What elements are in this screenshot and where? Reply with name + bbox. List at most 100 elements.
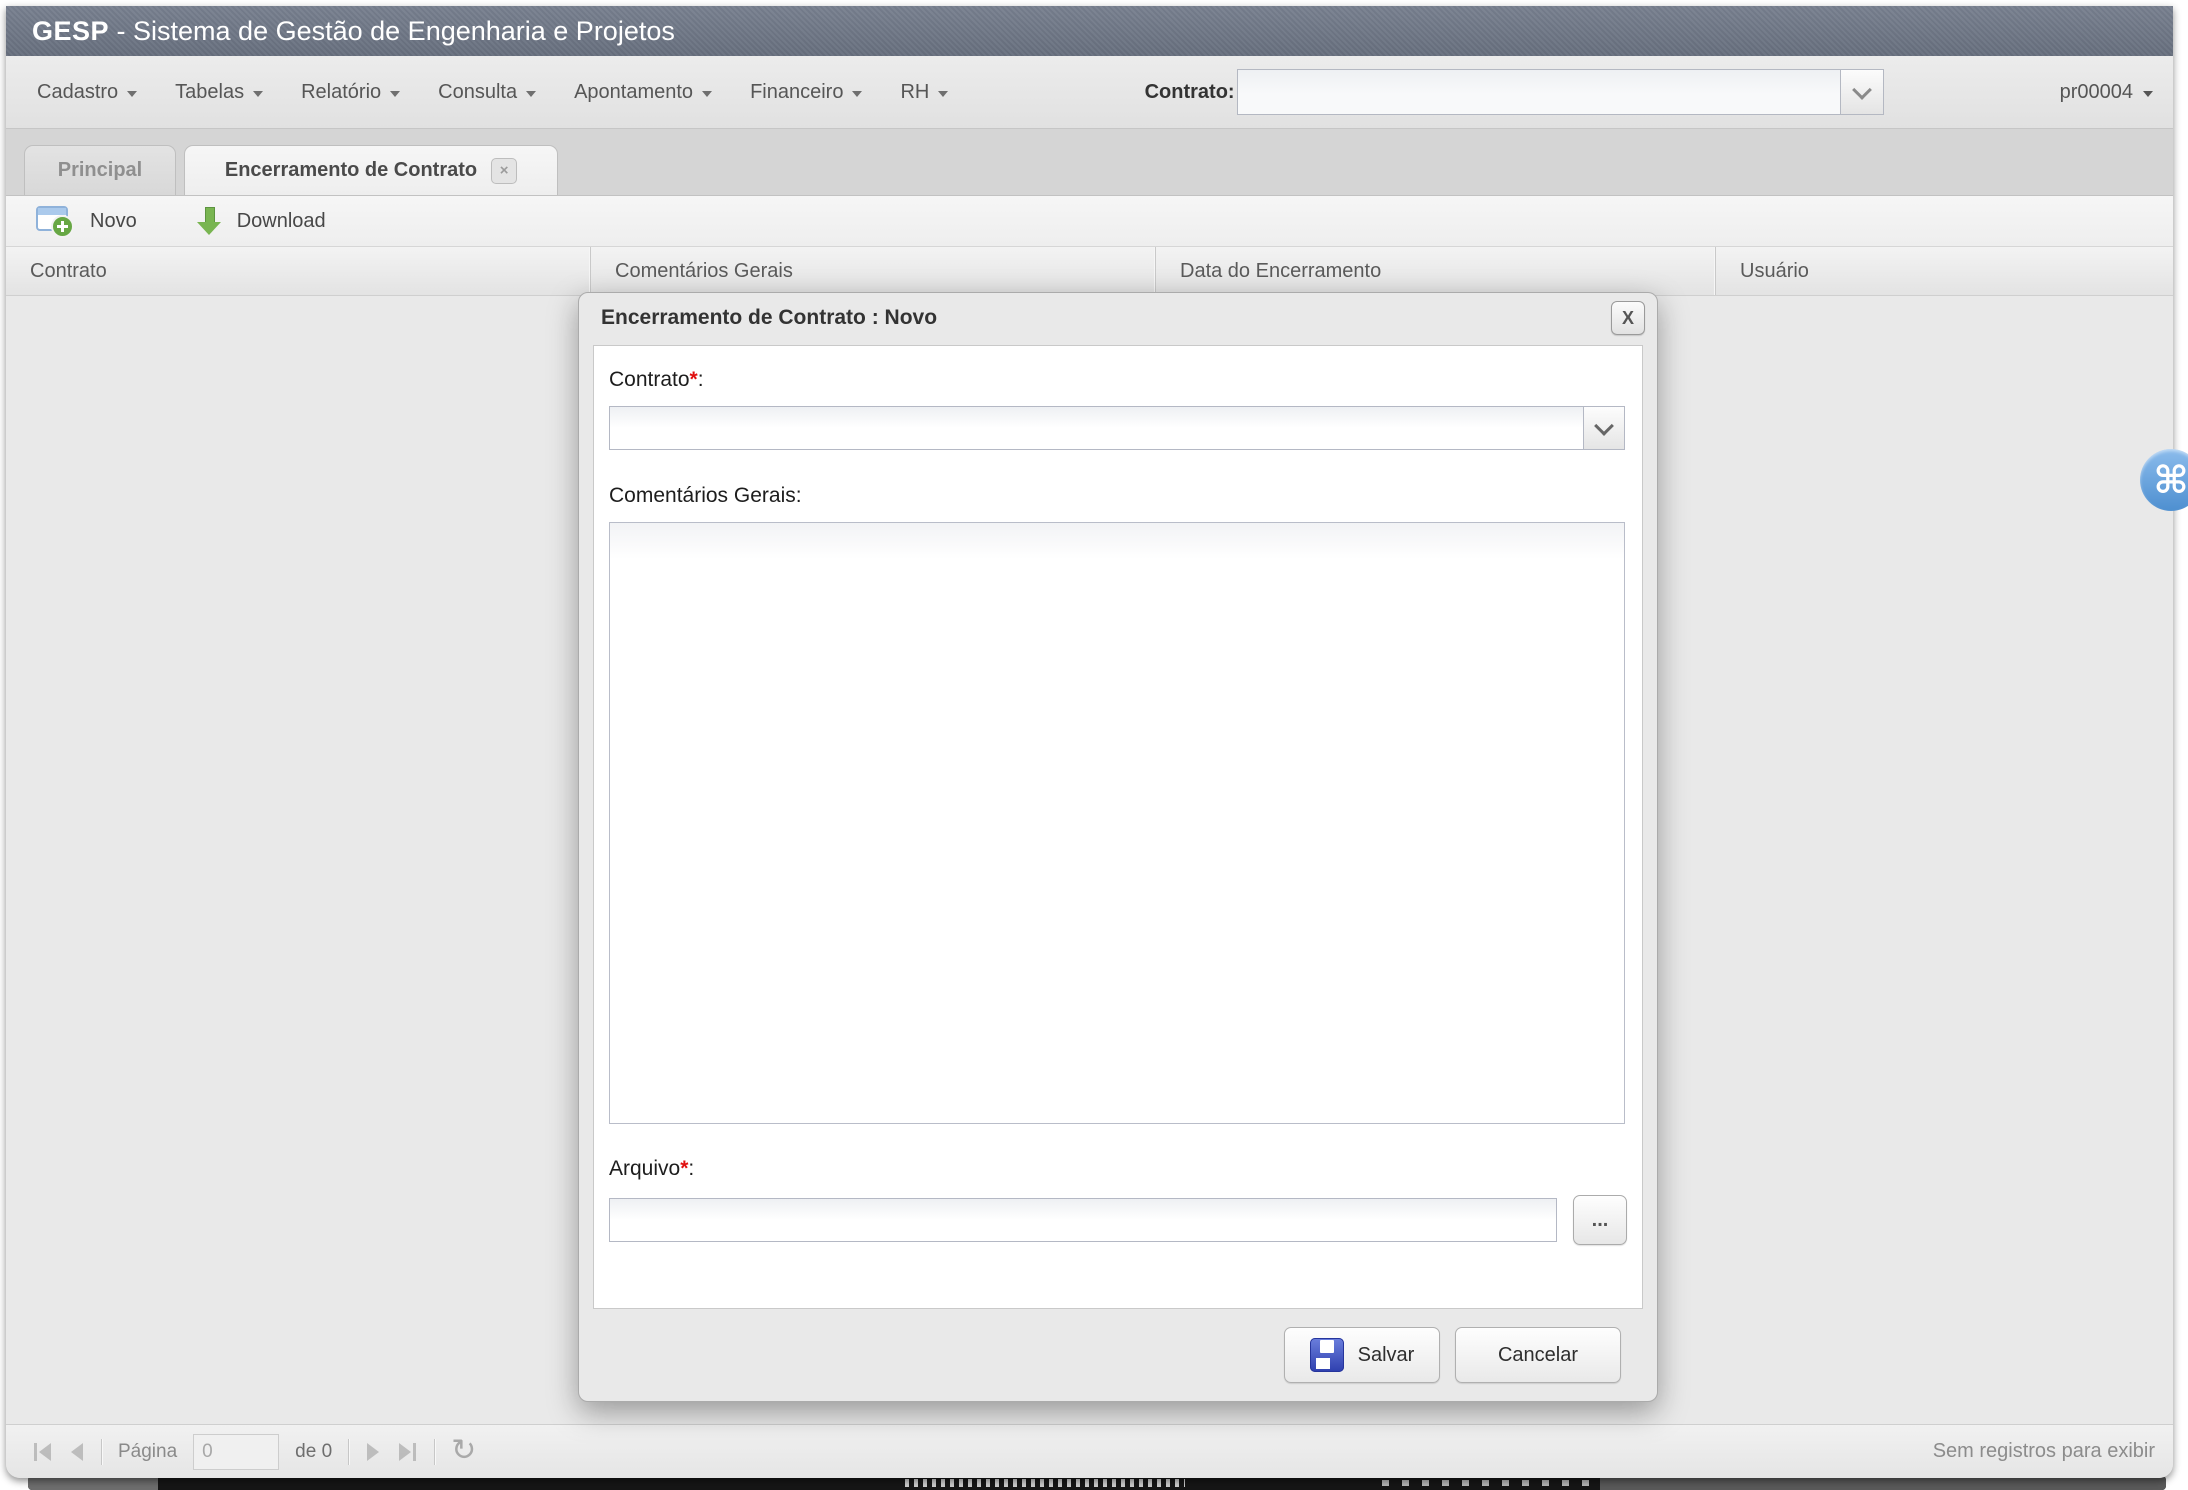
strip-dots — [1382, 1480, 1597, 1486]
chevron-down-icon — [1852, 80, 1872, 100]
tab-label: Principal — [58, 159, 142, 182]
salvar-button[interactable]: Salvar — [1284, 1327, 1440, 1383]
tab-principal[interactable]: Principal — [24, 145, 176, 195]
arquivo-field-input[interactable] — [609, 1198, 1557, 1242]
page-label: Página — [118, 1441, 177, 1463]
download-button-label: Download — [237, 210, 326, 233]
first-page-icon — [39, 1443, 51, 1461]
new-form-icon — [36, 206, 74, 236]
previous-page-button[interactable] — [69, 1441, 85, 1463]
arquivo-field-row: ... — [609, 1195, 1627, 1245]
grid-header: Contrato Comentários Gerais Data do Ence… — [6, 247, 2173, 296]
toolbar-separator — [434, 1439, 435, 1465]
refresh-button[interactable]: ↻ — [451, 1436, 476, 1466]
menu-label: Apontamento — [574, 81, 693, 104]
cancelar-button[interactable]: Cancelar — [1455, 1327, 1621, 1383]
page-number-input[interactable] — [193, 1434, 279, 1470]
strip-segment — [1600, 1476, 2166, 1490]
previous-page-icon — [71, 1443, 83, 1461]
dialog-close-button[interactable]: X — [1611, 301, 1645, 335]
menu-consulta[interactable]: Consulta — [419, 69, 555, 115]
last-page-icon — [399, 1443, 411, 1461]
app-brand: GESP — [32, 16, 109, 47]
column-header-contrato[interactable]: Contrato — [6, 247, 591, 295]
chevron-down-icon — [390, 91, 400, 97]
toolbar: Novo Download — [6, 196, 2173, 247]
next-page-button[interactable] — [365, 1441, 381, 1463]
menu-cadastro[interactable]: Cadastro — [18, 69, 156, 115]
page-count-label: de 0 — [295, 1441, 332, 1463]
menu-label: RH — [900, 81, 929, 104]
paging-toolbar: Página de 0 ↻ Sem registros para exibir — [6, 1424, 2173, 1478]
contrato-combo-input[interactable] — [1238, 70, 1840, 114]
menubar: Cadastro Tabelas Relatório Consulta Apon… — [6, 56, 2173, 129]
plus-badge-icon — [51, 215, 74, 238]
chevron-down-icon — [852, 91, 862, 97]
column-header-usuario[interactable]: Usuário — [1716, 247, 2173, 295]
next-page-icon — [367, 1443, 379, 1461]
dialog-footer: Salvar Cancelar — [579, 1326, 1657, 1384]
menu-label: Consulta — [438, 81, 517, 104]
save-floppy-icon — [1310, 1338, 1344, 1372]
menu-relatorio[interactable]: Relatório — [282, 69, 419, 115]
command-glyph: ⌘ — [2153, 458, 2188, 503]
download-arrow-icon — [197, 205, 221, 237]
chevron-down-icon — [127, 91, 137, 97]
empty-grid-status: Sem registros para exibir — [1933, 1440, 2159, 1463]
novo-button[interactable]: Novo — [28, 202, 145, 240]
menubar-right: Contrato: pr00004 — [1145, 69, 2159, 115]
chevron-down-icon — [526, 91, 536, 97]
tab-encerramento-de-contrato[interactable]: Encerramento de Contrato × — [184, 145, 558, 195]
download-button[interactable]: Download — [189, 201, 334, 241]
combo-trigger-button[interactable] — [1583, 407, 1624, 449]
chevron-down-icon — [2143, 91, 2153, 97]
dialog-form-panel: Contrato*: Comentários Gerais: Arquivo*:… — [593, 345, 1643, 1309]
menu-tabelas[interactable]: Tabelas — [156, 69, 282, 115]
menu-rh[interactable]: RH — [881, 69, 967, 115]
menu-label: Financeiro — [750, 81, 843, 104]
column-header-comentarios-gerais[interactable]: Comentários Gerais — [591, 247, 1156, 295]
chevron-down-icon — [702, 91, 712, 97]
last-page-button[interactable] — [397, 1441, 418, 1463]
cancelar-button-label: Cancelar — [1498, 1344, 1578, 1367]
app-titlebar: GESP - Sistema de Gestão de Engenharia e… — [6, 6, 2173, 56]
arquivo-field-label: Arquivo*: — [609, 1157, 1627, 1181]
strip-segment — [28, 1476, 158, 1490]
contrato-field-label: Contrato*: — [609, 368, 1627, 392]
close-x-glyph: × — [500, 162, 509, 179]
contrato-field-combobox[interactable] — [609, 406, 1625, 450]
menu-label: Cadastro — [37, 81, 118, 104]
column-header-data-do-encerramento[interactable]: Data do Encerramento — [1156, 247, 1716, 295]
combo-trigger-button[interactable] — [1840, 70, 1883, 114]
comentarios-textarea[interactable] — [609, 522, 1625, 1124]
background-window-strip — [0, 1476, 2188, 1490]
refresh-icon: ↻ — [451, 1434, 476, 1467]
screen: GESP - Sistema de Gestão de Engenharia e… — [0, 0, 2188, 1490]
app-title: - Sistema de Gestão de Engenharia e Proj… — [109, 16, 675, 47]
tab-label: Encerramento de Contrato — [225, 159, 477, 182]
contrato-field-input[interactable] — [610, 407, 1583, 449]
toolbar-separator — [101, 1439, 102, 1465]
user-menu[interactable]: pr00004 — [2060, 81, 2159, 104]
tab-close-icon[interactable]: × — [491, 158, 517, 184]
chevron-down-icon — [253, 91, 263, 97]
dialog-title: Encerramento de Contrato : Novo — [601, 306, 937, 330]
dialog-header[interactable]: Encerramento de Contrato : Novo X — [579, 293, 1657, 343]
toolbar-separator — [348, 1439, 349, 1465]
menu-financeiro[interactable]: Financeiro — [731, 69, 881, 115]
username-label: pr00004 — [2060, 81, 2133, 104]
chevron-down-icon — [938, 91, 948, 97]
menu-label: Tabelas — [175, 81, 244, 104]
menu-label: Relatório — [301, 81, 381, 104]
strip-text-marks — [905, 1479, 1185, 1487]
browse-file-button[interactable]: ... — [1573, 1195, 1627, 1245]
contrato-combobox[interactable] — [1237, 69, 1884, 115]
dialog-encerramento-de-contrato-novo: Encerramento de Contrato : Novo X Contra… — [578, 292, 1658, 1402]
menu-apontamento[interactable]: Apontamento — [555, 69, 731, 115]
chevron-down-icon — [1594, 416, 1614, 436]
first-page-button[interactable] — [32, 1441, 53, 1463]
tabbar: Principal Encerramento de Contrato × — [6, 129, 2173, 196]
comentarios-field-label: Comentários Gerais: — [609, 484, 1627, 508]
salvar-button-label: Salvar — [1358, 1344, 1415, 1367]
novo-button-label: Novo — [90, 210, 137, 233]
